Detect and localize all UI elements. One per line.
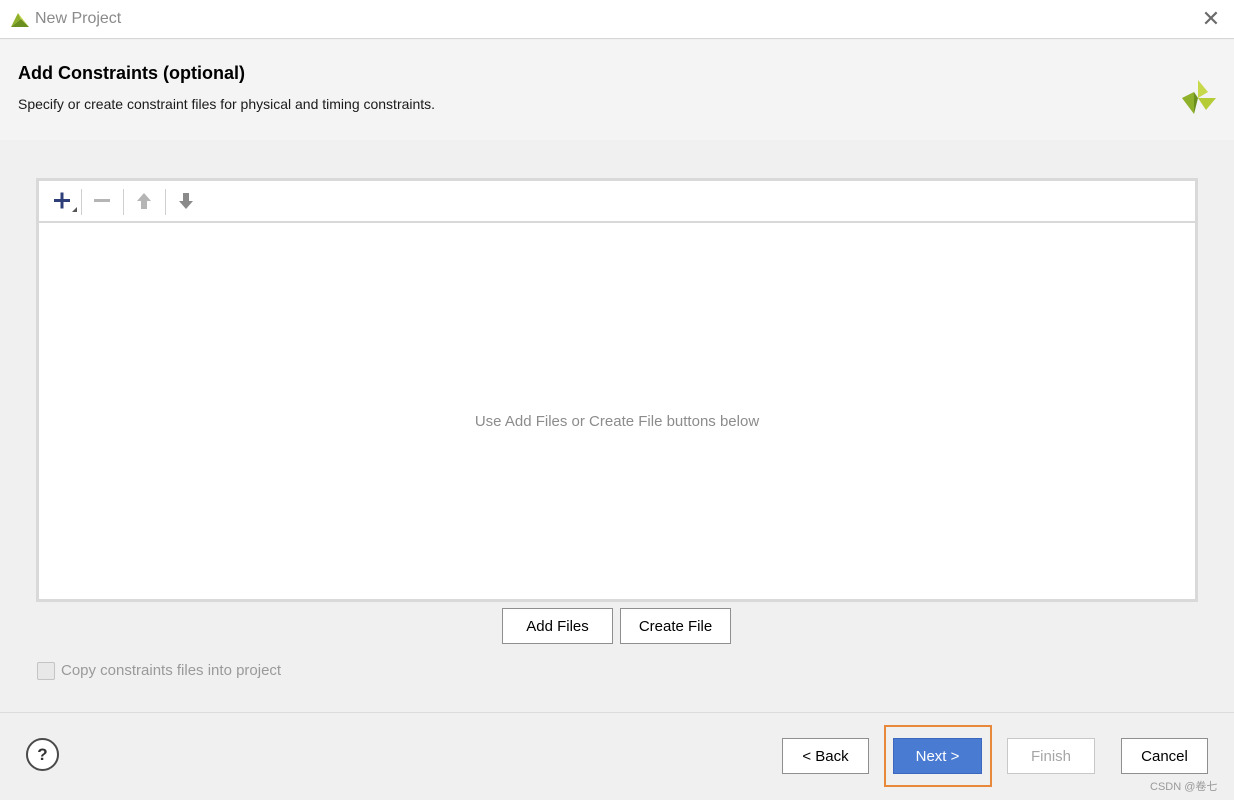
next-button[interactable]: Next >	[893, 738, 982, 774]
close-icon[interactable]: ✕	[1196, 5, 1226, 33]
wizard-header	[0, 40, 1234, 140]
help-button[interactable]: ?	[26, 738, 59, 771]
copy-constraints-checkbox[interactable]	[37, 662, 55, 680]
page-title: Add Constraints (optional)	[18, 63, 245, 83]
move-down-icon[interactable]	[171, 186, 201, 216]
back-button[interactable]: < Back	[782, 738, 869, 774]
plus-icon[interactable]	[47, 186, 77, 216]
add-files-label: Add Files	[526, 617, 589, 635]
cancel-label: Cancel	[1141, 747, 1188, 765]
file-toolbar	[39, 181, 1195, 223]
minus-icon[interactable]	[87, 186, 117, 216]
cancel-button[interactable]: Cancel	[1121, 738, 1208, 774]
footer-divider	[0, 712, 1234, 713]
title-bar	[0, 0, 1234, 39]
finish-button[interactable]: Finish	[1007, 738, 1095, 774]
empty-list-hint: Use Add Files or Create File buttons bel…	[474, 413, 760, 430]
finish-label: Finish	[1030, 747, 1071, 765]
create-file-button[interactable]: Create File	[620, 608, 731, 644]
move-up-icon[interactable]	[129, 186, 159, 216]
file-list[interactable]: Use Add Files or Create File buttons bel…	[39, 225, 1195, 599]
constraints-file-panel: Use Add Files or Create File buttons bel…	[36, 178, 1198, 602]
vivado-logo-icon	[1182, 80, 1216, 114]
watermark: CSDN @卷七	[1150, 781, 1218, 793]
add-files-button[interactable]: Add Files	[502, 608, 613, 644]
vivado-logo-icon	[11, 13, 29, 27]
create-file-label: Create File	[638, 617, 713, 635]
page-subtitle: Specify or create constraint files for p…	[18, 96, 436, 112]
window-title: New Project	[35, 10, 122, 27]
back-label: < Back	[802, 747, 849, 765]
next-label: Next >	[915, 747, 960, 765]
copy-constraints-label: Copy constraints files into project	[61, 662, 282, 679]
